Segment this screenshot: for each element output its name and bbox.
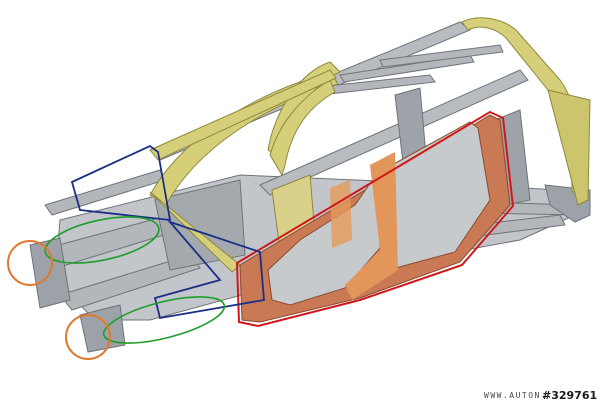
watermark-bar: WWW.AUTON... #329761 bbox=[0, 389, 600, 405]
car-body-structure-illustration bbox=[0, 0, 600, 405]
watermark-id-text: #329761 bbox=[542, 389, 598, 402]
